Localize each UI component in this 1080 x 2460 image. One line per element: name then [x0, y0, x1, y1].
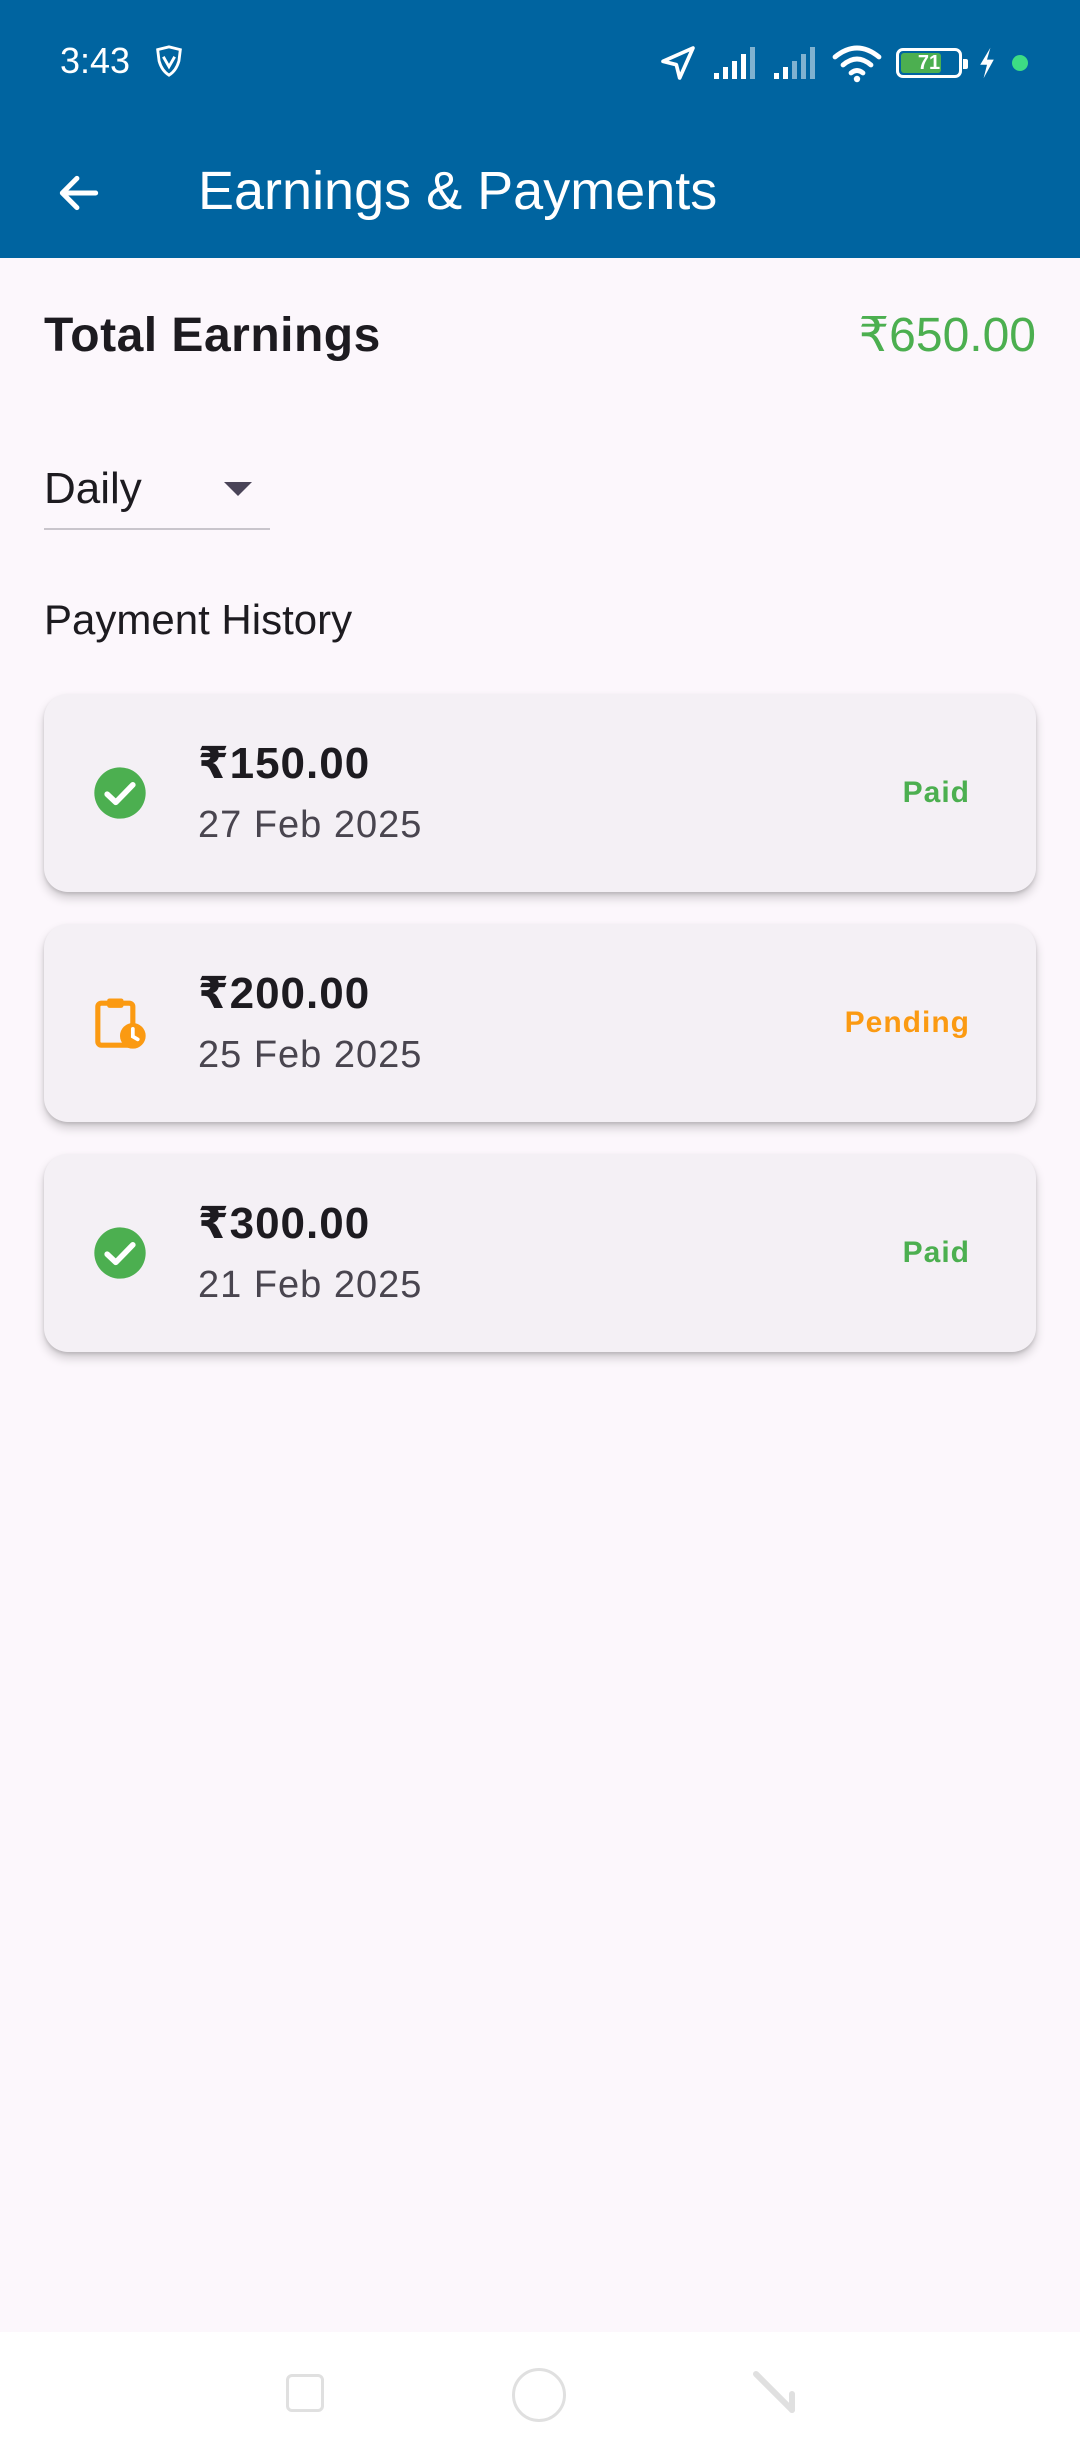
privacy-dot-icon	[1012, 55, 1028, 71]
period-dropdown[interactable]: Daily	[44, 450, 270, 530]
payment-list: ₹150.00 27 Feb 2025 Paid ₹200.00 25 Feb …	[44, 694, 1036, 1384]
battery-level: 71	[917, 51, 941, 74]
signal-2-icon	[774, 47, 815, 79]
total-earnings-label: Total Earnings	[44, 308, 381, 362]
signal-icon	[714, 47, 755, 79]
payment-date: 25 Feb 2025	[198, 1034, 423, 1076]
vpn-shield-icon	[156, 45, 182, 77]
recents-button[interactable]	[286, 2374, 324, 2412]
payment-status-badge: Paid	[902, 776, 970, 809]
total-earnings-row: Total Earnings ₹650.00	[44, 300, 1036, 370]
page-title: Earnings & Payments	[198, 161, 718, 221]
location-icon	[661, 46, 695, 80]
payment-card[interactable]: ₹150.00 27 Feb 2025 Paid	[44, 694, 1036, 892]
payment-status-badge: Pending	[844, 1006, 970, 1039]
back-button[interactable]	[44, 158, 114, 228]
app-bar: Earnings & Payments	[0, 128, 1080, 258]
pending-clipboard-icon	[95, 998, 146, 1049]
chevron-down-icon	[224, 482, 252, 496]
check-circle-icon	[94, 767, 146, 819]
system-nav-bar	[0, 2332, 1080, 2460]
payment-history-title: Payment History	[44, 596, 353, 643]
check-circle-icon	[94, 1227, 146, 1279]
payment-date: 27 Feb 2025	[198, 804, 423, 846]
payment-amount: ₹300.00	[198, 1199, 371, 1248]
total-earnings-value: ₹650.00	[858, 309, 1036, 362]
charging-icon	[980, 47, 994, 79]
arrow-left-icon	[59, 175, 99, 211]
payment-card[interactable]: ₹300.00 21 Feb 2025 Paid	[44, 1154, 1036, 1352]
payment-amount: ₹200.00	[198, 969, 371, 1018]
payment-date: 21 Feb 2025	[198, 1264, 423, 1306]
battery-icon: 71	[896, 48, 968, 78]
payment-card[interactable]: ₹200.00 25 Feb 2025 Pending	[44, 924, 1036, 1122]
home-button[interactable]	[512, 2368, 566, 2422]
system-back-button[interactable]	[752, 2366, 796, 2418]
payment-status-badge: Paid	[902, 1236, 970, 1269]
period-selected-value: Daily	[44, 464, 142, 513]
payment-amount: ₹150.00	[198, 739, 371, 788]
status-bar: 3:43 71	[0, 0, 1080, 128]
status-icons: 71	[658, 40, 1028, 86]
status-time: 3:43	[60, 40, 131, 81]
wifi-icon	[832, 45, 882, 83]
